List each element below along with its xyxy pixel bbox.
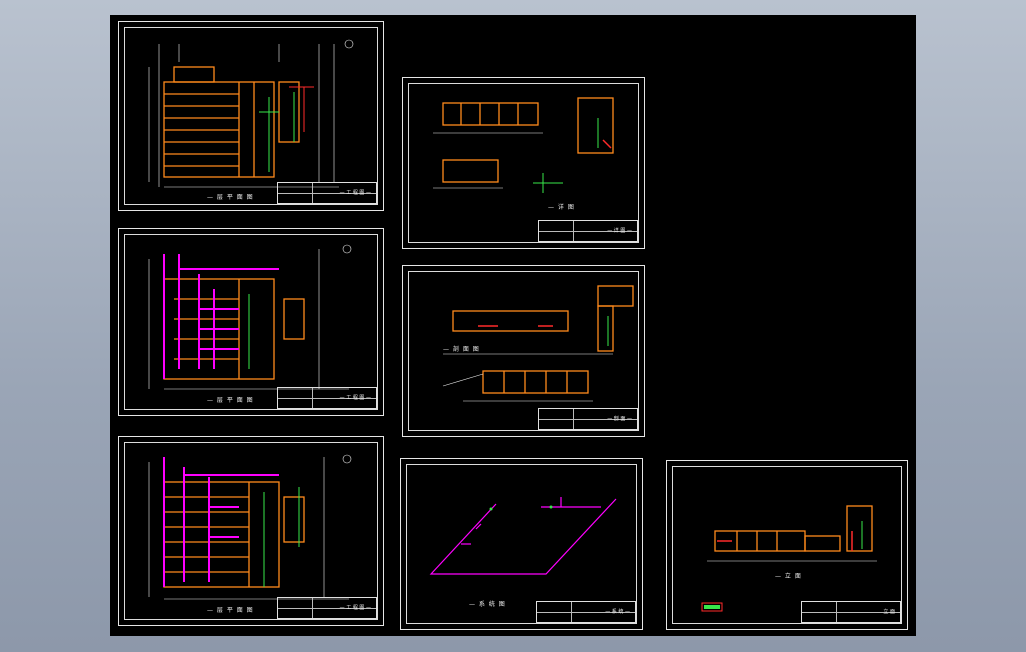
sheet-caption: — 系 统 图 [469,601,506,608]
sheet-caption: — 层 平 面 图 [207,607,254,614]
title-block-text: — 工 程 图 — [339,395,371,401]
title-block-text: — 系 统 — [605,609,630,615]
title-block-text: — 剖 面 — [607,416,632,422]
title-block-text: 立 面 [883,609,895,615]
sheet-caption: — 剖 面 图 [443,346,480,353]
cad-model-space[interactable]: — 层 平 面 图 — 工 程 图 — — 层 平 面 图 — 工 程 图 — … [110,15,916,636]
drawing-sheet-1[interactable]: — 层 平 面 图 — 工 程 图 — [118,21,384,211]
drawing-sheet-6[interactable]: — 系 统 图 — 系 统 — [400,458,643,630]
sheet-caption: — 立 面 [775,573,802,580]
drawing-sheet-7[interactable]: — 立 面 立 面 [666,460,908,630]
sheet-caption: — 详 图 [548,204,575,211]
sheet-caption: — 层 平 面 图 [207,397,254,404]
sheet-caption: — 层 平 面 图 [207,194,254,201]
title-block-text: — 工 程 图 — [339,190,371,196]
title-block-text: — 工 程 图 — [339,605,371,611]
drawing-sheet-2[interactable]: — 层 平 面 图 — 工 程 图 — [118,228,384,416]
drawing-sheet-3[interactable]: — 层 平 面 图 — 工 程 图 — [118,436,384,626]
drawing-sheet-4[interactable]: — 详 图 — 详 图 — [402,77,645,249]
drawing-sheet-5[interactable]: — 剖 面 图 — 剖 面 — [402,265,645,437]
title-block-text: — 详 图 — [607,228,632,234]
